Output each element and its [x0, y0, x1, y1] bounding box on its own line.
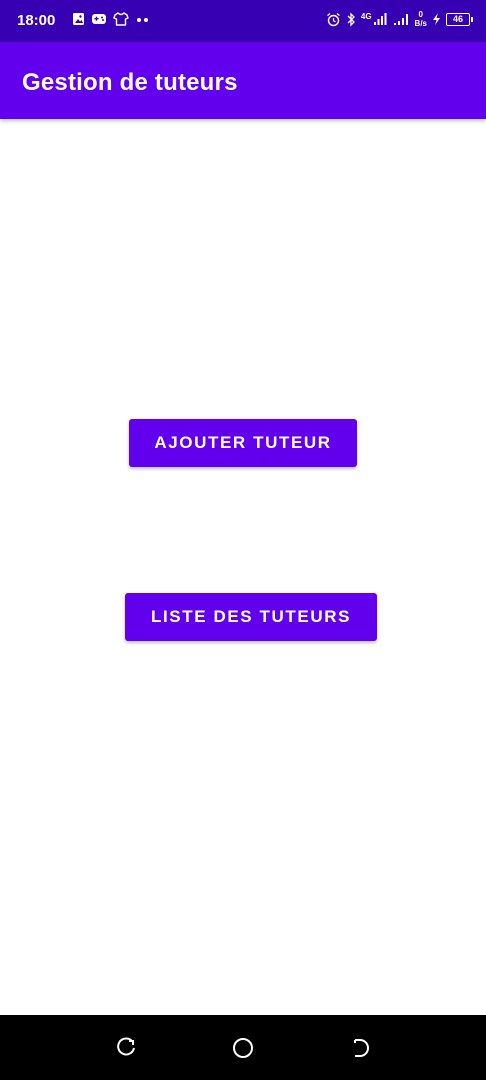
add-tutor-button[interactable]: AJOUTER TUTEUR [129, 419, 357, 467]
recent-apps-button[interactable] [113, 1035, 139, 1061]
signal-icon [373, 13, 387, 25]
alarm-icon [326, 12, 340, 26]
shirt-icon [113, 12, 129, 26]
navigation-bar [0, 1015, 486, 1080]
back-icon [354, 1039, 369, 1057]
signal-icon [393, 14, 408, 25]
network-indicator: 4G [361, 12, 387, 26]
list-tutors-button[interactable]: LISTE DES TUTEURS [125, 593, 377, 641]
gamepad-icon [92, 14, 106, 24]
network-type: 4G [360, 12, 372, 21]
charging-icon [433, 13, 440, 25]
network-speed-value: 0 [418, 10, 423, 19]
status-time: 18:00 [17, 12, 56, 29]
status-system-icons: 4G 0 B/s 46 [326, 10, 473, 28]
back-button[interactable] [347, 1035, 373, 1061]
home-button[interactable] [230, 1035, 256, 1061]
battery-icon: 46 [446, 12, 473, 26]
network-speed-unit: B/s [414, 19, 427, 28]
home-icon [233, 1038, 253, 1058]
recent-apps-icon [117, 1037, 135, 1056]
network-speed: 0 B/s [415, 10, 427, 28]
bluetooth-icon [347, 11, 355, 27]
status-notification-icons [72, 12, 151, 26]
app-bar: Gestion de tuteurs [0, 42, 486, 119]
status-bar: 18:00 4G 0 B/s 46 [0, 0, 486, 42]
image-icon [73, 13, 84, 25]
page-title: Gestion de tuteurs [22, 69, 238, 96]
battery-level: 46 [452, 13, 463, 24]
more-dots-icon [137, 18, 148, 22]
